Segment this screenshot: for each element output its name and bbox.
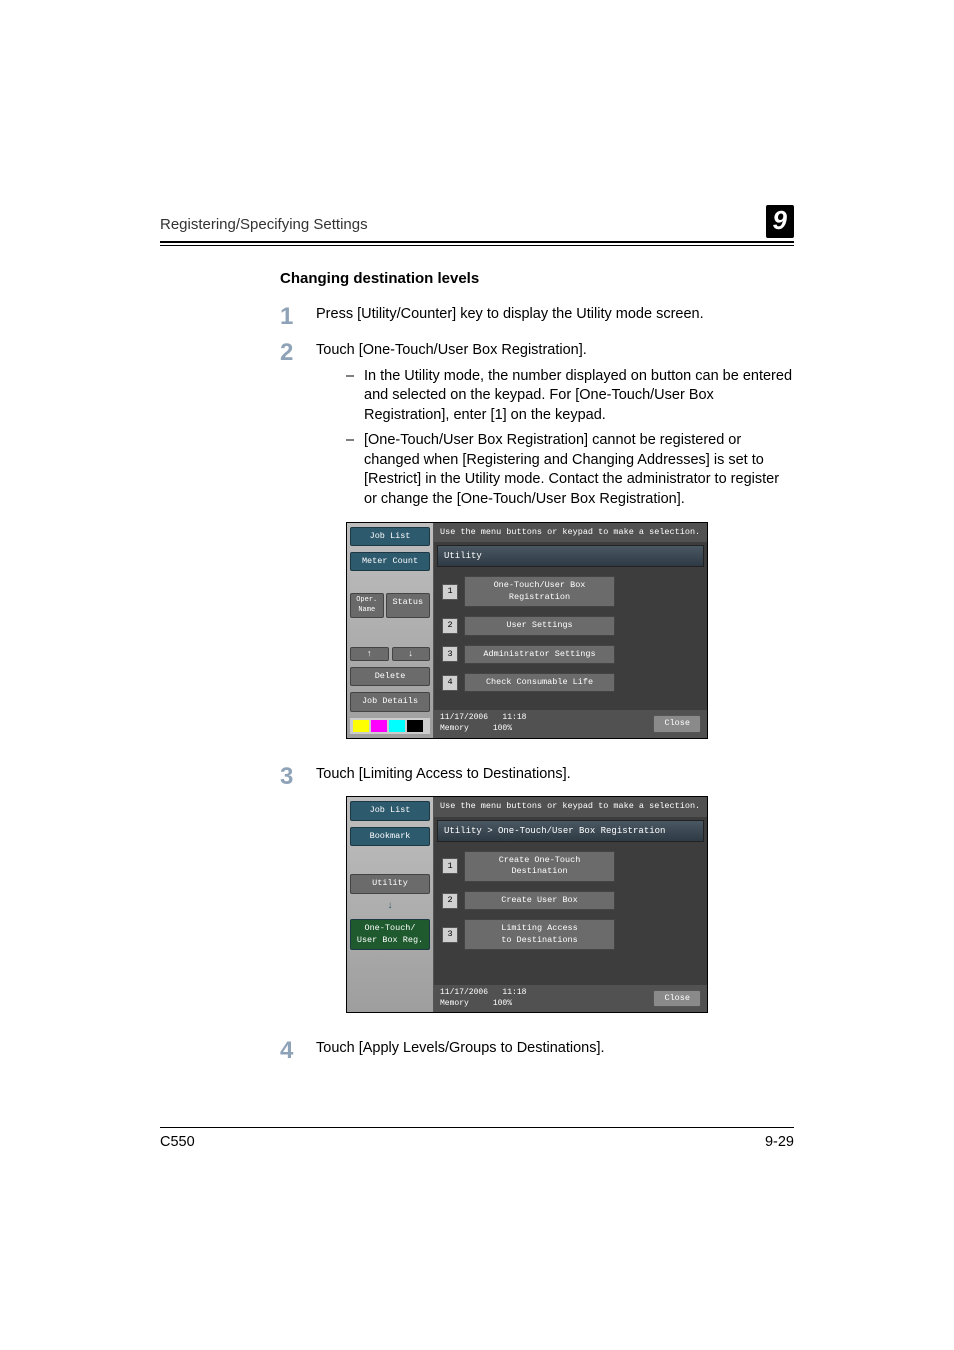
step-number: 2 (280, 341, 316, 753)
bookmark-button[interactable]: Bookmark (350, 827, 430, 846)
arrow-buttons: ↑ ↓ (350, 647, 430, 661)
content-body: Changing destination levels 1 Press [Uti… (280, 270, 794, 1063)
option-3[interactable]: 3Limiting Access to Destinations (442, 919, 699, 950)
option-3[interactable]: 3Administrator Settings (442, 645, 699, 664)
step-number: 1 (280, 305, 316, 329)
status-bar: 11/17/2006 11:18 Memory 100% Close (434, 710, 707, 738)
step-4: 4 Touch [Apply Levels/Groups to Destinat… (280, 1039, 794, 1063)
status-button[interactable]: Status (386, 593, 431, 618)
job-list-button[interactable]: Job List (350, 801, 430, 820)
option-1[interactable]: 1One-Touch/User Box Registration (442, 576, 699, 607)
toner-y-icon (353, 720, 369, 732)
panel-title: Utility > One-Touch/User Box Registratio… (437, 820, 704, 842)
option-2[interactable]: 2Create User Box (442, 891, 699, 910)
option-2[interactable]: 2User Settings (442, 616, 699, 635)
step-number: 3 (280, 765, 316, 1028)
page-number: 9-29 (765, 1134, 794, 1150)
onetouch-userbox-button[interactable]: One-Touch/ User Box Reg. (350, 919, 430, 950)
utility-button[interactable]: Utility (350, 874, 430, 893)
screenshot-onetouch: Job List Bookmark Utility ↓ One-Touch/ U… (346, 796, 708, 1013)
oper-name-label: Oper. Name (350, 593, 384, 618)
meter-count-button[interactable]: Meter Count (350, 552, 430, 571)
hint-text: Use the menu buttons or keypad to make a… (434, 523, 707, 542)
close-button[interactable]: Close (653, 715, 701, 732)
model-name: C550 (160, 1134, 195, 1150)
arrow-up-icon[interactable]: ↑ (350, 647, 389, 661)
toner-indicator (350, 718, 430, 734)
step-2: 2 Touch [One-Touch/User Box Registration… (280, 341, 794, 753)
option-1[interactable]: 1Create One-Touch Destination (442, 851, 699, 882)
page-footer: C550 9-29 (160, 1127, 794, 1150)
delete-button[interactable]: Delete (350, 667, 430, 686)
arrow-down-icon: ↓ (350, 900, 430, 914)
panel-title: Utility (437, 545, 704, 567)
job-list-button[interactable]: Job List (350, 527, 430, 546)
toner-m-icon (371, 720, 387, 732)
close-button[interactable]: Close (653, 990, 701, 1007)
arrow-down-icon[interactable]: ↓ (392, 647, 431, 661)
step-text: Press [Utility/Counter] key to display t… (316, 305, 794, 329)
option-4[interactable]: 4Check Consumable Life (442, 673, 699, 692)
step-text: Touch [One-Touch/User Box Registration]. (316, 341, 794, 361)
step-3: 3 Touch [Limiting Access to Destinations… (280, 765, 794, 1028)
status-bar: 11/17/2006 11:18 Memory 100% Close (434, 985, 707, 1013)
hint-text: Use the menu buttons or keypad to make a… (434, 797, 707, 816)
step-sub-2: – [One-Touch/User Box Registration] cann… (346, 431, 794, 509)
section-heading: Changing destination levels (280, 270, 794, 287)
toner-k-icon (407, 720, 423, 732)
step-sub-1: – In the Utility mode, the number displa… (346, 367, 794, 426)
section-name: Registering/Specifying Settings (160, 216, 368, 233)
step-1: 1 Press [Utility/Counter] key to display… (280, 305, 794, 329)
chapter-number: 9 (766, 205, 794, 238)
job-details-button[interactable]: Job Details (350, 692, 430, 711)
step-text: Touch [Apply Levels/Groups to Destinatio… (316, 1039, 794, 1063)
toner-c-icon (389, 720, 405, 732)
screenshot-utility: Job List Meter Count Oper. Name Status ↑… (346, 522, 708, 739)
step-number: 4 (280, 1039, 316, 1063)
step-text: Touch [Limiting Access to Destinations]. (316, 765, 794, 785)
page-header: Registering/Specifying Settings 9 (160, 205, 794, 246)
